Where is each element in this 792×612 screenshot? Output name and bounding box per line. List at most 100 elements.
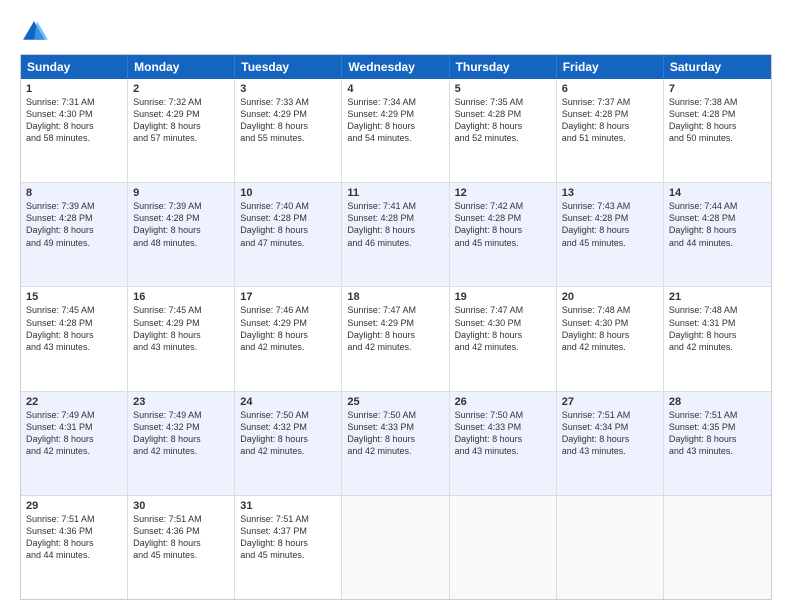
day-info: Sunrise: 7:48 AMSunset: 4:30 PMDaylight:… — [562, 304, 658, 353]
day-info: Sunrise: 7:35 AMSunset: 4:28 PMDaylight:… — [455, 96, 551, 145]
day-number: 8 — [26, 187, 122, 199]
day-number: 24 — [240, 396, 336, 408]
day-info: Sunrise: 7:50 AMSunset: 4:33 PMDaylight:… — [455, 409, 551, 458]
day-cell-3: 3Sunrise: 7:33 AMSunset: 4:29 PMDaylight… — [235, 79, 342, 182]
day-info: Sunrise: 7:39 AMSunset: 4:28 PMDaylight:… — [26, 200, 122, 249]
day-cell-20: 20Sunrise: 7:48 AMSunset: 4:30 PMDayligh… — [557, 287, 664, 390]
header-day-thursday: Thursday — [450, 55, 557, 79]
day-info: Sunrise: 7:51 AMSunset: 4:34 PMDaylight:… — [562, 409, 658, 458]
header-day-tuesday: Tuesday — [235, 55, 342, 79]
day-cell-9: 9Sunrise: 7:39 AMSunset: 4:28 PMDaylight… — [128, 183, 235, 286]
day-cell-22: 22Sunrise: 7:49 AMSunset: 4:31 PMDayligh… — [21, 392, 128, 495]
day-number: 26 — [455, 396, 551, 408]
header-day-friday: Friday — [557, 55, 664, 79]
day-info: Sunrise: 7:51 AMSunset: 4:35 PMDaylight:… — [669, 409, 766, 458]
day-info: Sunrise: 7:49 AMSunset: 4:31 PMDaylight:… — [26, 409, 122, 458]
day-cell-14: 14Sunrise: 7:44 AMSunset: 4:28 PMDayligh… — [664, 183, 771, 286]
day-cell-30: 30Sunrise: 7:51 AMSunset: 4:36 PMDayligh… — [128, 496, 235, 599]
day-number: 22 — [26, 396, 122, 408]
day-info: Sunrise: 7:41 AMSunset: 4:28 PMDaylight:… — [347, 200, 443, 249]
day-number: 14 — [669, 187, 766, 199]
day-cell-25: 25Sunrise: 7:50 AMSunset: 4:33 PMDayligh… — [342, 392, 449, 495]
day-info: Sunrise: 7:38 AMSunset: 4:28 PMDaylight:… — [669, 96, 766, 145]
day-cell-24: 24Sunrise: 7:50 AMSunset: 4:32 PMDayligh… — [235, 392, 342, 495]
day-number: 7 — [669, 83, 766, 95]
day-info: Sunrise: 7:48 AMSunset: 4:31 PMDaylight:… — [669, 304, 766, 353]
day-number: 28 — [669, 396, 766, 408]
calendar: SundayMondayTuesdayWednesdayThursdayFrid… — [20, 54, 772, 600]
day-number: 19 — [455, 291, 551, 303]
calendar-row-0: 1Sunrise: 7:31 AMSunset: 4:30 PMDaylight… — [21, 79, 771, 183]
day-cell-1: 1Sunrise: 7:31 AMSunset: 4:30 PMDaylight… — [21, 79, 128, 182]
day-info: Sunrise: 7:33 AMSunset: 4:29 PMDaylight:… — [240, 96, 336, 145]
page: SundayMondayTuesdayWednesdayThursdayFrid… — [0, 0, 792, 612]
day-number: 17 — [240, 291, 336, 303]
day-cell-5: 5Sunrise: 7:35 AMSunset: 4:28 PMDaylight… — [450, 79, 557, 182]
day-info: Sunrise: 7:47 AMSunset: 4:29 PMDaylight:… — [347, 304, 443, 353]
header-day-saturday: Saturday — [664, 55, 771, 79]
day-number: 15 — [26, 291, 122, 303]
header-day-sunday: Sunday — [21, 55, 128, 79]
day-info: Sunrise: 7:40 AMSunset: 4:28 PMDaylight:… — [240, 200, 336, 249]
day-info: Sunrise: 7:47 AMSunset: 4:30 PMDaylight:… — [455, 304, 551, 353]
day-info: Sunrise: 7:45 AMSunset: 4:28 PMDaylight:… — [26, 304, 122, 353]
day-cell-17: 17Sunrise: 7:46 AMSunset: 4:29 PMDayligh… — [235, 287, 342, 390]
day-number: 9 — [133, 187, 229, 199]
day-number: 16 — [133, 291, 229, 303]
day-cell-23: 23Sunrise: 7:49 AMSunset: 4:32 PMDayligh… — [128, 392, 235, 495]
day-info: Sunrise: 7:49 AMSunset: 4:32 PMDaylight:… — [133, 409, 229, 458]
day-info: Sunrise: 7:37 AMSunset: 4:28 PMDaylight:… — [562, 96, 658, 145]
day-info: Sunrise: 7:44 AMSunset: 4:28 PMDaylight:… — [669, 200, 766, 249]
day-cell-6: 6Sunrise: 7:37 AMSunset: 4:28 PMDaylight… — [557, 79, 664, 182]
empty-cell-4-5 — [557, 496, 664, 599]
day-number: 12 — [455, 187, 551, 199]
day-number: 30 — [133, 500, 229, 512]
day-number: 10 — [240, 187, 336, 199]
day-info: Sunrise: 7:46 AMSunset: 4:29 PMDaylight:… — [240, 304, 336, 353]
calendar-header: SundayMondayTuesdayWednesdayThursdayFrid… — [21, 55, 771, 79]
day-info: Sunrise: 7:51 AMSunset: 4:36 PMDaylight:… — [133, 513, 229, 562]
logo — [20, 18, 52, 46]
calendar-row-2: 15Sunrise: 7:45 AMSunset: 4:28 PMDayligh… — [21, 287, 771, 391]
empty-cell-4-3 — [342, 496, 449, 599]
day-cell-10: 10Sunrise: 7:40 AMSunset: 4:28 PMDayligh… — [235, 183, 342, 286]
day-info: Sunrise: 7:50 AMSunset: 4:32 PMDaylight:… — [240, 409, 336, 458]
day-number: 11 — [347, 187, 443, 199]
day-info: Sunrise: 7:45 AMSunset: 4:29 PMDaylight:… — [133, 304, 229, 353]
day-number: 2 — [133, 83, 229, 95]
day-cell-31: 31Sunrise: 7:51 AMSunset: 4:37 PMDayligh… — [235, 496, 342, 599]
day-cell-4: 4Sunrise: 7:34 AMSunset: 4:29 PMDaylight… — [342, 79, 449, 182]
day-cell-13: 13Sunrise: 7:43 AMSunset: 4:28 PMDayligh… — [557, 183, 664, 286]
day-number: 1 — [26, 83, 122, 95]
day-info: Sunrise: 7:42 AMSunset: 4:28 PMDaylight:… — [455, 200, 551, 249]
day-cell-26: 26Sunrise: 7:50 AMSunset: 4:33 PMDayligh… — [450, 392, 557, 495]
header-day-wednesday: Wednesday — [342, 55, 449, 79]
day-info: Sunrise: 7:50 AMSunset: 4:33 PMDaylight:… — [347, 409, 443, 458]
day-info: Sunrise: 7:31 AMSunset: 4:30 PMDaylight:… — [26, 96, 122, 145]
day-info: Sunrise: 7:32 AMSunset: 4:29 PMDaylight:… — [133, 96, 229, 145]
header — [20, 18, 772, 46]
day-cell-21: 21Sunrise: 7:48 AMSunset: 4:31 PMDayligh… — [664, 287, 771, 390]
empty-cell-4-6 — [664, 496, 771, 599]
day-number: 18 — [347, 291, 443, 303]
day-cell-11: 11Sunrise: 7:41 AMSunset: 4:28 PMDayligh… — [342, 183, 449, 286]
day-info: Sunrise: 7:51 AMSunset: 4:37 PMDaylight:… — [240, 513, 336, 562]
day-info: Sunrise: 7:34 AMSunset: 4:29 PMDaylight:… — [347, 96, 443, 145]
calendar-body: 1Sunrise: 7:31 AMSunset: 4:30 PMDaylight… — [21, 79, 771, 599]
day-cell-7: 7Sunrise: 7:38 AMSunset: 4:28 PMDaylight… — [664, 79, 771, 182]
header-day-monday: Monday — [128, 55, 235, 79]
day-number: 13 — [562, 187, 658, 199]
day-number: 3 — [240, 83, 336, 95]
day-number: 23 — [133, 396, 229, 408]
day-number: 6 — [562, 83, 658, 95]
day-cell-28: 28Sunrise: 7:51 AMSunset: 4:35 PMDayligh… — [664, 392, 771, 495]
day-number: 20 — [562, 291, 658, 303]
day-info: Sunrise: 7:43 AMSunset: 4:28 PMDaylight:… — [562, 200, 658, 249]
day-cell-16: 16Sunrise: 7:45 AMSunset: 4:29 PMDayligh… — [128, 287, 235, 390]
day-info: Sunrise: 7:51 AMSunset: 4:36 PMDaylight:… — [26, 513, 122, 562]
calendar-row-4: 29Sunrise: 7:51 AMSunset: 4:36 PMDayligh… — [21, 496, 771, 599]
day-cell-19: 19Sunrise: 7:47 AMSunset: 4:30 PMDayligh… — [450, 287, 557, 390]
logo-icon — [20, 18, 48, 46]
calendar-row-3: 22Sunrise: 7:49 AMSunset: 4:31 PMDayligh… — [21, 392, 771, 496]
day-cell-18: 18Sunrise: 7:47 AMSunset: 4:29 PMDayligh… — [342, 287, 449, 390]
